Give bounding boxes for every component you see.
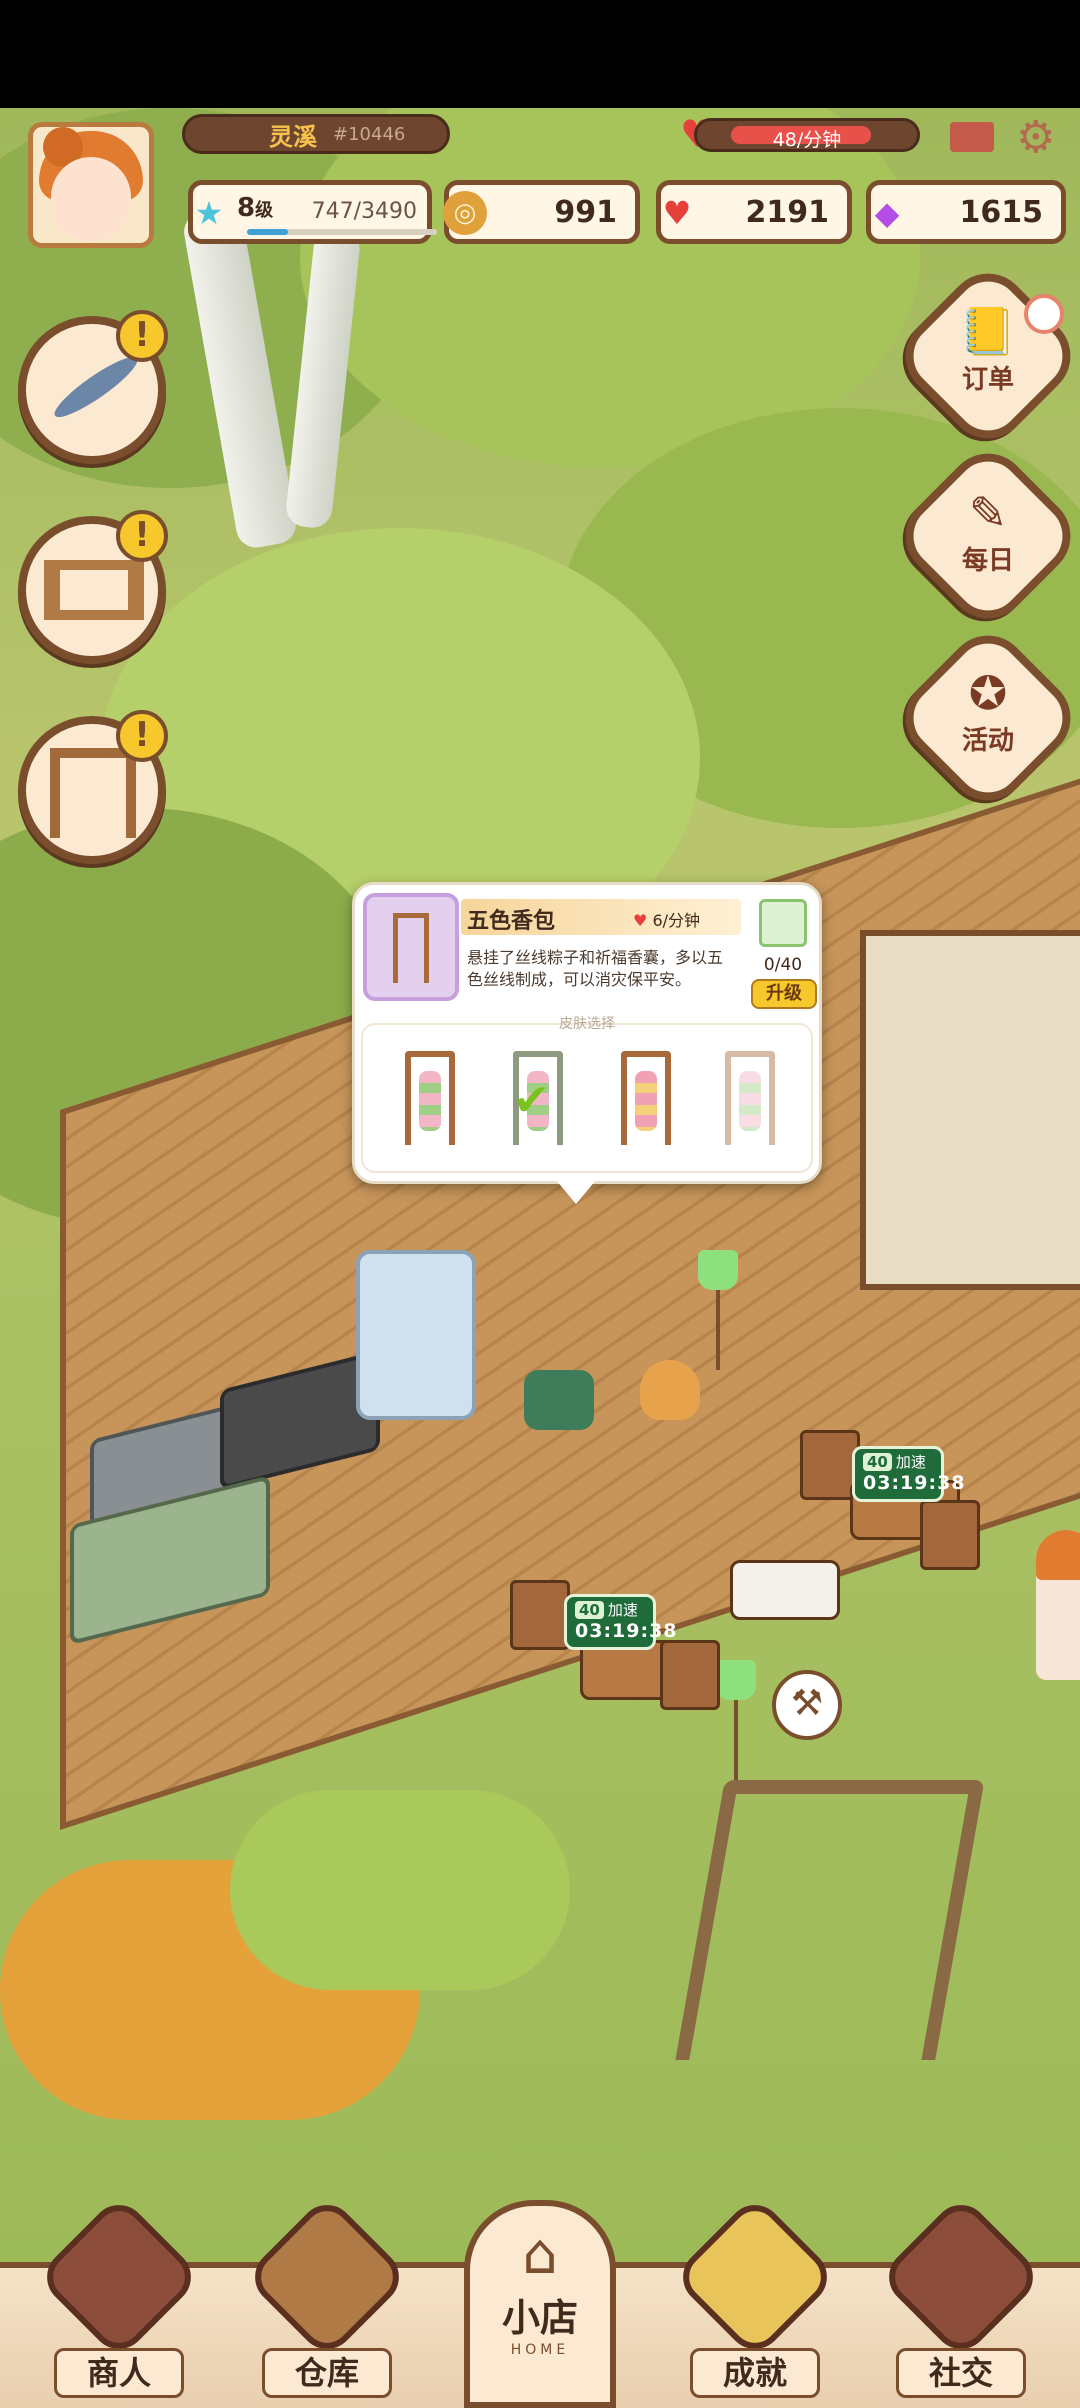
dining-chair[interactable] [660, 1640, 720, 1710]
build-hammer-icon[interactable]: ⚒ [772, 1670, 842, 1740]
upgrade-material-slot[interactable] [759, 899, 807, 947]
item-name: 五色香包 [467, 909, 556, 934]
fence-button[interactable]: ! [18, 510, 168, 664]
social-friends-icon [877, 2193, 1045, 2361]
event-button[interactable]: ✪ 活动 [918, 666, 1058, 757]
tea-table[interactable] [730, 1560, 840, 1620]
fishing-button[interactable]: ! [18, 310, 168, 464]
wooden-swing[interactable] [675, 1780, 985, 2060]
mail-icon[interactable] [950, 122, 994, 152]
player-name-bar[interactable]: 灵溪 #10446 [182, 114, 450, 154]
energy-bar: 48/分钟 [694, 118, 920, 152]
dining-chair[interactable] [920, 1500, 980, 1570]
item-thumbnail [363, 893, 459, 1001]
merchant-icon [35, 2193, 203, 2361]
coin-panel[interactable]: ◎ 991 [443, 180, 640, 244]
refrigerator[interactable] [356, 1250, 476, 1420]
countdown: 03:19:38 [863, 1472, 966, 1494]
boost-label: 加速 [607, 1601, 638, 1619]
gem-count: 1615 [959, 194, 1044, 230]
countdown: 03:19:38 [575, 1620, 678, 1642]
heart-icon: ♥ [662, 194, 692, 232]
floor-lamp[interactable] [698, 1250, 738, 1370]
nav-social[interactable]: 社交 [877, 2193, 1045, 2408]
check-icon: ✔ [513, 1075, 550, 1126]
skin-option[interactable] [395, 1045, 465, 1155]
fence-icon [44, 560, 144, 620]
player-avatar[interactable] [28, 122, 154, 248]
star-icon: ★ [194, 194, 224, 232]
event-lantern-icon: ✪ [968, 666, 1008, 720]
house-wall [860, 930, 1080, 1290]
coin-icon: ◎ [443, 191, 487, 235]
table-timer[interactable]: 40 加速 03:19:38 [852, 1446, 966, 1502]
alert-badge: ! [116, 510, 168, 562]
swing-button[interactable]: ! [18, 710, 168, 864]
boost-badge: 40 [575, 1600, 604, 1619]
heart-panel[interactable]: ♥ 2191 [656, 180, 852, 244]
npc-girl[interactable] [1036, 1530, 1080, 1680]
player-name: 灵溪 [269, 122, 317, 151]
alert-badge: ! [116, 310, 168, 362]
boost-label: 加速 [895, 1453, 926, 1471]
upgrade-count: 0/40 [763, 955, 803, 975]
skin-option-selected[interactable]: ✔ [503, 1045, 573, 1155]
skin-option[interactable] [611, 1045, 681, 1155]
energy-rate: 48/分钟 [772, 129, 842, 151]
popup-pointer [556, 1180, 596, 1204]
telephone-table[interactable] [524, 1370, 594, 1430]
boost-badge: 40 [863, 1452, 892, 1471]
gem-panel[interactable]: ◆ 1615 [866, 180, 1066, 244]
skin-title: 皮肤选择 [559, 1016, 615, 1032]
item-description: 悬挂了丝线粽子和祈福香囊，多以五色丝线制成，可以消灾保平安。 [467, 948, 724, 989]
alert-badge: ! [116, 710, 168, 762]
table-timer[interactable]: 40 加速 03:19:38 [564, 1594, 678, 1650]
heart-count: 2191 [745, 194, 830, 230]
order-timer-icon [1024, 294, 1064, 334]
level-panel[interactable]: ★ 8级 747/3490 [188, 180, 437, 244]
level-label: 8级 [237, 193, 274, 223]
item-info-popup: 五色香包 ♥ 6/分钟 悬挂了丝线粽子和祈福香囊，多以五色丝线制成，可以消灾保平… [352, 882, 822, 1184]
dining-chair[interactable] [510, 1580, 570, 1650]
player-id: #10446 [333, 123, 406, 145]
nav-achievement[interactable]: 成就 [671, 2193, 839, 2408]
warehouse-box-icon [243, 2193, 411, 2361]
skin-option-locked[interactable] [715, 1045, 785, 1155]
heart-icon: ♥ [633, 911, 648, 930]
shiba-dog[interactable] [640, 1360, 700, 1420]
upgrade-button[interactable]: 升级 [751, 979, 817, 1009]
house-icon: ⌂ [522, 2222, 558, 2287]
gear-icon[interactable]: ⚙ [1016, 112, 1055, 163]
fish-icon [48, 349, 144, 425]
nav-warehouse[interactable]: 仓库 [243, 2193, 411, 2408]
xp-text: 747/3490 [311, 199, 417, 224]
xp-bar [247, 229, 437, 235]
floor-lamp[interactable] [716, 1660, 756, 1780]
green-tree [230, 1790, 570, 1990]
coin-count: 991 [554, 194, 617, 230]
nav-merchant[interactable]: 商人 [35, 2193, 203, 2408]
gem-icon: ◆ [874, 194, 900, 232]
swing-icon [50, 748, 136, 838]
achievement-badge-icon [671, 2193, 839, 2361]
daily-button[interactable]: ✎ 每日 [918, 486, 1058, 577]
status-bar-area [0, 0, 1080, 108]
daily-notebook-icon: ✎ [968, 486, 1008, 540]
nav-shop[interactable]: ⌂ 小店 HOME [464, 2200, 616, 2408]
item-rate: ♥ 6/分钟 [633, 911, 701, 930]
